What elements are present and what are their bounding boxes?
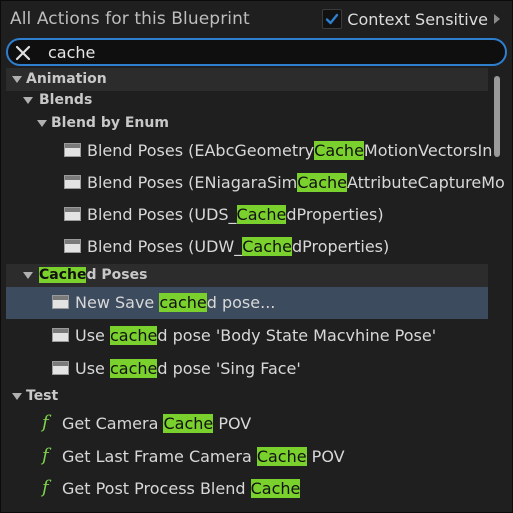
anim-node-icon — [64, 143, 81, 157]
category-label: Blend by Enum — [51, 115, 169, 131]
list-item[interactable]: Blend Poses (EAbcGeometryCacheMotionVect… — [6, 135, 492, 167]
expand-arrow-icon[interactable] — [12, 76, 22, 83]
close-icon[interactable] — [14, 44, 32, 62]
category-label: Blends — [39, 92, 93, 108]
search-highlight: Cache — [314, 141, 364, 160]
scrollbar-thumb[interactable] — [494, 76, 500, 157]
item-label: Blend Poses (ENiagaraSimCacheAttributeCa… — [87, 173, 505, 192]
context-sensitive-toggle[interactable]: Context Sensitive — [322, 9, 500, 29]
search-highlight: Cache — [256, 447, 307, 466]
function-icon: f — [42, 412, 49, 433]
search-highlight: Cache — [39, 267, 87, 283]
function-icon: f — [42, 477, 49, 498]
category-cached-poses[interactable]: Cached Poses — [6, 264, 488, 287]
item-label: Use cached pose 'Body State Macvhine Pos… — [75, 326, 437, 345]
expand-arrow-icon[interactable] — [23, 97, 33, 104]
expand-arrow-icon[interactable] — [23, 272, 33, 279]
expand-arrow-icon[interactable] — [37, 120, 47, 127]
list-item[interactable]: Use cached pose 'Sing Face' — [6, 353, 488, 385]
category-blends[interactable]: Blends — [6, 89, 488, 112]
item-label: New Save cached pose... — [75, 293, 276, 312]
chevron-right-icon[interactable] — [494, 14, 500, 24]
category-blend-by-enum[interactable]: Blend by Enum — [6, 112, 488, 135]
item-label: Get Post Process Blend Cache — [62, 479, 301, 498]
search-box[interactable]: cache — [6, 38, 507, 66]
expand-arrow-icon[interactable] — [12, 393, 22, 400]
panel-header: All Actions for this Blueprint Context S… — [1, 1, 512, 39]
category-animation[interactable]: Animation — [6, 68, 488, 91]
context-sensitive-label: Context Sensitive — [347, 9, 488, 29]
list-item[interactable]: f Get Last Frame Camera Cache POV — [6, 441, 488, 473]
search-highlight: Cache — [163, 414, 214, 433]
anim-node-icon — [64, 207, 81, 221]
anim-node-icon — [52, 328, 69, 342]
item-label: Blend Poses (EAbcGeometryCacheMotionVect… — [87, 141, 493, 160]
anim-node-icon — [52, 361, 69, 375]
anim-node-icon — [64, 239, 81, 253]
list-item[interactable]: f Get Post Process Blend Cache — [6, 473, 488, 505]
category-label: Test — [26, 388, 59, 404]
search-highlight: cache — [159, 293, 207, 312]
list-item[interactable]: Use cached pose 'Body State Macvhine Pos… — [6, 320, 488, 352]
category-label: Cached Poses — [39, 267, 148, 283]
list-item[interactable]: Blend Poses (UDS_CachedProperties) — [6, 199, 488, 231]
anim-node-icon — [64, 175, 81, 189]
item-label: Use cached pose 'Sing Face' — [75, 359, 301, 378]
search-highlight: Cache — [297, 173, 347, 192]
search-highlight: cache — [109, 359, 158, 378]
category-test[interactable]: Test — [6, 385, 488, 408]
blueprint-actions-panel: All Actions for this Blueprint Context S… — [0, 0, 513, 513]
search-input[interactable]: cache — [48, 43, 95, 62]
list-item[interactable]: f Get Camera Cache POV — [6, 408, 488, 440]
item-label: Get Last Frame Camera Cache POV — [62, 447, 345, 466]
list-item[interactable]: Blend Poses (UDW_CachedProperties) — [6, 231, 488, 263]
search-highlight: Cache — [242, 237, 292, 256]
anim-node-icon — [52, 295, 69, 309]
checkmark-icon — [326, 13, 339, 25]
item-label: Blend Poses (UDW_CachedProperties) — [87, 237, 390, 256]
search-highlight: cache — [109, 326, 158, 345]
search-highlight: Cache — [236, 205, 287, 224]
list-item-selected[interactable]: New Save cached pose... — [6, 287, 488, 319]
list-item[interactable]: Blend Poses (ENiagaraSimCacheAttributeCa… — [6, 167, 505, 199]
action-tree: Animation Blends Blend by Enum Blend Pos… — [6, 68, 505, 512]
panel-title: All Actions for this Blueprint — [10, 9, 250, 29]
item-label: Get Camera Cache POV — [62, 414, 252, 433]
category-label: Animation — [26, 71, 107, 87]
function-icon: f — [42, 445, 49, 466]
item-label: Blend Poses (UDS_CachedProperties) — [87, 205, 384, 224]
context-sensitive-checkbox[interactable] — [322, 9, 343, 29]
search-highlight: Cache — [250, 479, 301, 498]
